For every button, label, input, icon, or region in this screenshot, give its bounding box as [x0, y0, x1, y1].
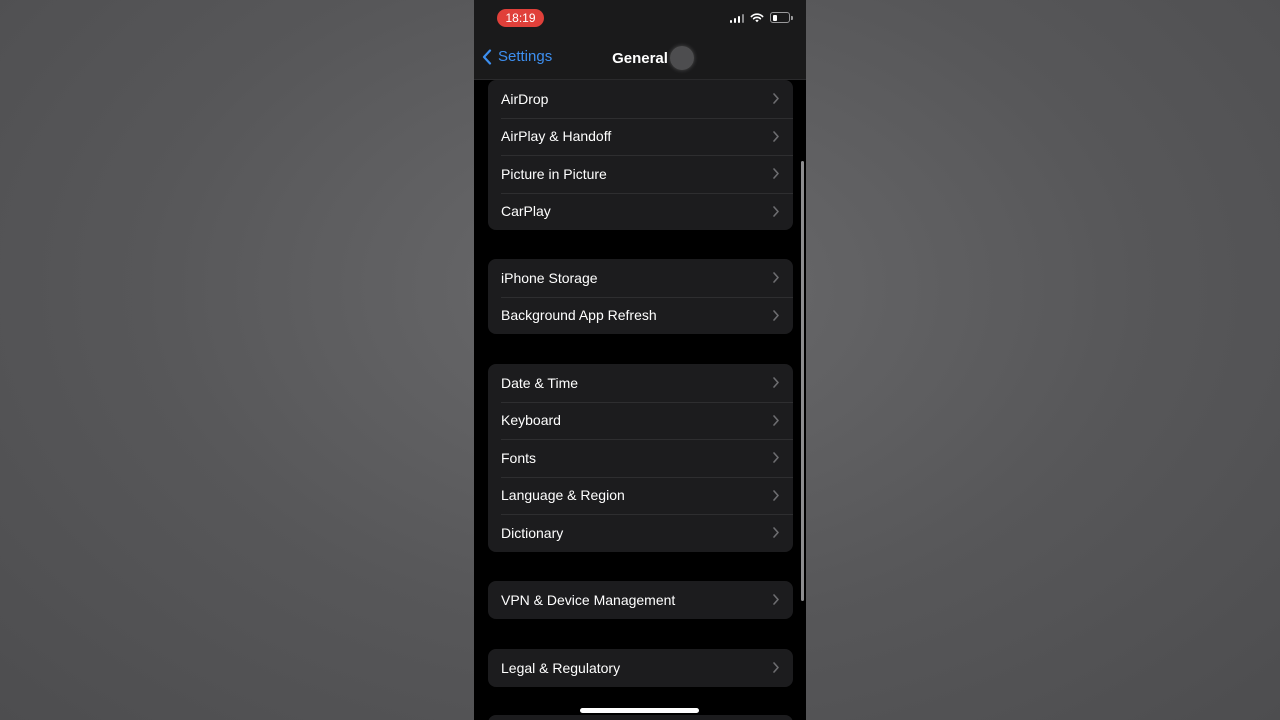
row-label: Background App Refresh	[501, 307, 657, 324]
chevron-right-icon	[773, 527, 779, 539]
list-item-keyboard[interactable]: Keyboard	[488, 401, 793, 440]
row-label: Date & Time	[501, 374, 579, 391]
list-item-fonts[interactable]: Fonts	[488, 439, 793, 477]
scrollbar[interactable]	[801, 161, 804, 601]
chevron-right-icon	[773, 414, 779, 426]
row-label: Legal & Regulatory	[501, 659, 621, 676]
list-item-iphone-storage[interactable]: iPhone Storage	[488, 259, 793, 297]
row-label: AirPlay & Handoff	[501, 128, 612, 145]
chevron-right-icon	[773, 272, 779, 284]
phone-screen: 18:19 Settings General AirDrop AirPlay &…	[474, 0, 806, 720]
chevron-right-icon	[773, 662, 779, 674]
settings-group-sharing: AirDrop AirPlay & Handoff Picture in Pic…	[488, 80, 793, 230]
battery-icon	[770, 12, 793, 23]
row-label: VPN & Device Management	[501, 591, 676, 608]
list-item-airdrop[interactable]: AirDrop	[488, 80, 793, 118]
row-label: CarPlay	[501, 203, 551, 220]
settings-list: AirDrop AirPlay & Handoff Picture in Pic…	[474, 80, 806, 720]
navigation-bar: Settings General	[474, 38, 806, 80]
home-indicator[interactable]	[580, 708, 699, 713]
list-item-airplay-handoff[interactable]: AirPlay & Handoff	[488, 117, 793, 156]
chevron-right-icon	[773, 168, 779, 180]
row-label: Keyboard	[501, 412, 561, 429]
chevron-right-icon	[773, 594, 779, 606]
row-label: Language & Region	[501, 487, 625, 504]
row-label: Picture in Picture	[501, 165, 607, 182]
chevron-right-icon	[773, 489, 779, 501]
chevron-right-icon	[773, 452, 779, 464]
chevron-right-icon	[773, 205, 779, 217]
list-item-language-region[interactable]: Language & Region	[488, 476, 793, 515]
wifi-icon	[750, 12, 764, 22]
settings-group-legal: Legal & Regulatory	[488, 649, 793, 687]
status-time: 18:19	[497, 9, 544, 27]
touch-indicator	[670, 46, 694, 70]
status-bar: 18:19	[474, 0, 806, 38]
status-icons	[729, 12, 793, 23]
list-item-carplay[interactable]: CarPlay	[488, 192, 793, 231]
row-label: iPhone Storage	[501, 269, 598, 286]
list-item-picture-in-picture[interactable]: Picture in Picture	[488, 155, 793, 193]
chevron-right-icon	[773, 377, 779, 389]
cellular-signal-icon	[729, 13, 744, 23]
list-item-date-time[interactable]: Date & Time	[488, 364, 793, 402]
row-label: Fonts	[501, 449, 537, 466]
settings-group-locale: Date & Time Keyboard Fonts Language & Re…	[488, 364, 793, 552]
list-item-dictionary[interactable]: Dictionary	[488, 514, 793, 552]
row-label: Dictionary	[501, 524, 564, 541]
list-item-vpn-device-management[interactable]: VPN & Device Management	[488, 581, 793, 619]
settings-group-vpn: VPN & Device Management	[488, 581, 793, 619]
list-item-background-app-refresh[interactable]: Background App Refresh	[488, 296, 793, 335]
list-item-legal-regulatory[interactable]: Legal & Regulatory	[488, 649, 793, 687]
settings-group-partial	[488, 715, 793, 720]
page-title: General	[612, 50, 668, 67]
row-label: AirDrop	[501, 90, 549, 107]
chevron-right-icon	[773, 130, 779, 142]
settings-group-storage: iPhone Storage Background App Refresh	[488, 259, 793, 334]
chevron-right-icon	[773, 93, 779, 105]
chevron-right-icon	[773, 309, 779, 321]
